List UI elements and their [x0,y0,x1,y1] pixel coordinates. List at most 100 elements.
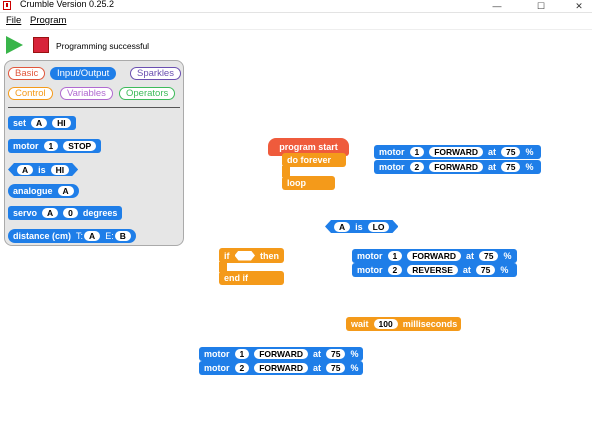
block-text: is [355,221,363,232]
block-text: motor [357,265,383,275]
pin-selector[interactable]: A [57,186,74,196]
motor-number[interactable]: 1 [409,147,425,157]
motor-speed[interactable]: 75 [479,251,499,261]
block-text: analogue [13,186,53,196]
block-text: % [350,349,359,359]
motor-direction[interactable]: REVERSE [407,265,458,275]
menu-file-label: File [6,15,22,26]
block-text: do forever [287,155,332,165]
motor-block[interactable]: motor 2 FORWARD at 75 % [374,160,541,174]
condition-block[interactable]: A is LO [325,220,398,233]
block-text: at [462,265,471,275]
motor-number[interactable]: 1 [43,141,59,151]
minimize-button[interactable]: — [486,0,508,12]
motor-direction[interactable]: FORWARD [254,349,308,359]
block-text: at [488,162,497,172]
value-selector[interactable]: HI [52,118,71,128]
palette-divider [8,107,180,108]
category-basic[interactable]: Basic [8,67,46,80]
wait-block[interactable]: wait 100 milliseconds [346,317,461,331]
menu-program-label: Program [30,15,67,26]
menu-program[interactable]: Program [30,15,66,26]
motor-number[interactable]: 2 [409,162,425,172]
motor-speed[interactable]: 75 [501,147,521,157]
motor-number[interactable]: 1 [387,251,403,261]
run-button[interactable] [6,36,23,54]
status-text: Programming successful [56,41,150,51]
motor-block[interactable]: motor 1 FORWARD at 75 % [199,347,363,361]
menu-file[interactable]: File [6,15,21,26]
block-text: distance (cm) [13,231,72,241]
motor-speed[interactable]: 75 [326,349,346,359]
block-text: at [313,349,322,359]
condition-slot[interactable] [235,251,256,261]
category-variables[interactable]: Variables [60,87,113,100]
trigger-label: T: [76,231,84,241]
block-text: % [503,251,512,261]
category-operators[interactable]: Operators [119,87,176,100]
motor-direction[interactable]: STOP [63,141,97,151]
block-text: is [38,164,46,175]
stop-button[interactable] [33,37,49,53]
maximize-button[interactable]: ☐ [530,0,552,12]
block-text: motor [357,251,383,261]
do-forever-block[interactable]: do forever [282,153,346,167]
motor-block[interactable]: motor 1 FORWARD at 75 % [374,145,541,159]
motor-block[interactable]: motor 2 REVERSE at 75 % [352,263,517,277]
motor-speed[interactable]: 75 [326,363,346,373]
block-text: % [525,162,534,172]
category-sparkles[interactable]: Sparkles [130,67,181,80]
block-text: servo [13,208,38,218]
block-text: then [260,250,279,261]
loop-end-block[interactable]: loop [282,176,335,190]
block-text: motor [204,349,230,359]
if-block[interactable]: if then [219,248,284,263]
motor-block[interactable]: motor 2 FORWARD at 75 % [199,361,363,375]
palette-motor-block[interactable]: motor 1 STOP [8,139,102,153]
angle-input[interactable]: 0 [63,208,78,218]
value-selector[interactable]: HI [51,165,70,175]
motor-direction[interactable]: FORWARD [429,162,483,172]
echo-pin[interactable]: B [114,231,131,241]
block-text: motor [13,141,39,151]
palette-analogue-block[interactable]: analogue A [8,184,79,198]
motor-direction[interactable]: FORWARD [407,251,461,261]
value-selector[interactable]: LO [368,222,390,232]
motor-speed[interactable]: 75 [475,265,496,275]
pin-selector[interactable]: A [334,222,350,232]
block-text: end if [224,273,248,283]
window-title: Crumble Version 0.25.2 [20,0,115,9]
motor-block[interactable]: motor 1 FORWARD at 75 % [352,249,517,263]
motor-direction[interactable]: FORWARD [429,147,483,157]
category-control[interactable]: Control [8,87,53,100]
motor-speed[interactable]: 75 [501,162,521,172]
block-text: at [313,363,322,373]
end-if-block[interactable]: end if [219,271,284,285]
motor-number[interactable]: 2 [387,265,403,275]
palette-distance-block[interactable]: distance (cm) T: A E: B [8,229,136,243]
motor-direction[interactable]: FORWARD [254,363,308,373]
category-input-output[interactable]: Input/Output [50,67,117,80]
block-text: program start [279,142,338,152]
pin-selector[interactable]: A [42,208,59,218]
trigger-pin[interactable]: A [84,231,101,241]
palette-pin-is-block[interactable]: A is HI [8,163,78,176]
block-text: if [224,250,230,261]
wait-duration[interactable]: 100 [373,319,398,329]
block-text: set [13,118,27,128]
palette-set-block[interactable]: set A HI [8,116,76,130]
block-text: % [500,265,509,275]
app-icon [3,1,11,10]
block-text: loop [287,178,306,188]
menu-bar [0,13,592,30]
palette-servo-block[interactable]: servo A 0 degrees [8,206,123,220]
block-text: motor [204,363,230,373]
motor-number[interactable]: 1 [234,349,250,359]
pin-selector[interactable]: A [31,118,48,128]
pin-selector[interactable]: A [17,165,33,175]
block-text: wait [351,319,369,329]
close-button[interactable]: ✕ [568,0,590,12]
block-text: at [488,147,497,157]
block-text: degrees [82,208,118,218]
motor-number[interactable]: 2 [234,363,250,373]
